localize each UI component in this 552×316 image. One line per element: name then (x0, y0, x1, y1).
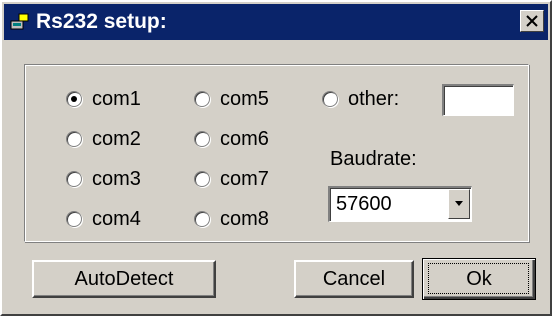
radio-circle (66, 131, 82, 147)
baudrate-label: Baudrate: (330, 148, 417, 170)
window-title: Rs232 setup: (36, 10, 167, 33)
radio-circle (66, 171, 82, 187)
chevron-down-icon (455, 201, 463, 206)
radio-label: com8 (220, 207, 269, 230)
close-button[interactable] (520, 10, 544, 32)
radio-selected-dot (71, 96, 77, 102)
autodetect-button[interactable]: AutoDetect (32, 260, 216, 298)
radio-com2[interactable]: com2 (66, 124, 141, 154)
baudrate-select[interactable]: 57600 (328, 186, 472, 222)
other-port-input[interactable] (442, 84, 514, 116)
radio-circle (194, 171, 210, 187)
radio-label: com3 (92, 167, 141, 190)
radio-com8[interactable]: com8 (194, 204, 269, 234)
focus-rectangle (428, 263, 529, 294)
radio-com7[interactable]: com7 (194, 164, 269, 194)
rs232-setup-dialog: Rs232 setup: com1 com2 com3 com4 com5 co… (0, 0, 552, 316)
radio-other[interactable]: other: (322, 84, 399, 114)
radio-label: com5 (220, 87, 269, 110)
radio-circle (194, 131, 210, 147)
radio-label: com1 (92, 87, 141, 110)
ok-button[interactable]: Ok (422, 258, 536, 300)
radio-com4[interactable]: com4 (66, 204, 141, 234)
radio-label: com7 (220, 167, 269, 190)
radio-label: com4 (92, 207, 141, 230)
radio-com3[interactable]: com3 (66, 164, 141, 194)
radio-label: com6 (220, 127, 269, 150)
radio-com1[interactable]: com1 (66, 84, 141, 114)
radio-circle (66, 211, 82, 227)
close-icon (526, 15, 538, 27)
radio-circle (322, 91, 338, 107)
radio-com6[interactable]: com6 (194, 124, 269, 154)
dropdown-button[interactable] (448, 189, 470, 219)
radio-circle (194, 211, 210, 227)
baudrate-value: 57600 (336, 193, 392, 215)
radio-label: other: (348, 87, 400, 110)
radio-com5[interactable]: com5 (194, 84, 269, 114)
cancel-button-label: Cancel (322, 267, 386, 290)
title-bar[interactable]: Rs232 setup: (4, 4, 548, 40)
radio-label: com2 (92, 127, 141, 150)
autodetect-button-label: AutoDetect (74, 267, 174, 290)
radio-circle (194, 91, 210, 107)
cancel-button[interactable]: Cancel (294, 260, 414, 298)
radio-circle (66, 91, 82, 107)
serial-port-icon (10, 13, 29, 30)
